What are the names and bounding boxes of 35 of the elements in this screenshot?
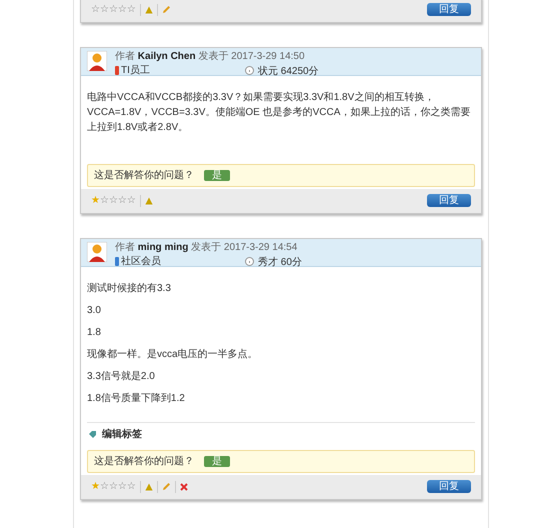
- post-paragraph: 1.8信号质量下降到1.2: [87, 392, 186, 406]
- rank-icon: [245, 66, 254, 75]
- star-rating[interactable]: ★☆☆☆☆: [91, 196, 136, 206]
- post-paragraph: 1.8: [87, 326, 102, 340]
- rank-label: 秀才 60分: [258, 256, 302, 269]
- reply-button[interactable]: 回复: [427, 480, 471, 493]
- tag-icon: [89, 431, 96, 438]
- star-rating[interactable]: ☆☆☆☆☆: [91, 4, 136, 14]
- yes-button[interactable]: 是: [204, 456, 230, 467]
- post-paragraph: 3.3信号就是2.0: [87, 370, 156, 384]
- pencil-icon[interactable]: [162, 5, 171, 14]
- rank-label: 状元 64250分: [258, 64, 319, 78]
- rank-icon: [245, 257, 254, 266]
- pencil-icon[interactable]: [162, 482, 171, 491]
- report-icon[interactable]: [144, 6, 153, 14]
- post-paragraph: 电路中VCCA和VCCB都接的3.3V？如果需要实现3.3V和1.8V之间的相互转换，VCCA=1.8V，VCCB=3.3V。使能端OE 也是参考的VCCA，如果上拉的话，你之类需要上拉到1.8V或者2.8V。: [87, 90, 472, 135]
- post-paragraph: 现像都一样。是vcca电压的一半多点。: [87, 348, 259, 362]
- edit-tags-link[interactable]: 编辑标签: [102, 427, 142, 442]
- avatar-icon: [87, 242, 107, 263]
- post-paragraph: 3.0: [87, 304, 102, 318]
- post-byline: 作者 Kailyn Chen 发表于 2017-3-29 14:50: [115, 51, 306, 63]
- yes-button[interactable]: 是: [204, 170, 230, 181]
- post-byline: 作者 ming ming 发表于 2017-3-29 14:54: [115, 242, 298, 254]
- post-paragraph: 测试时候接的有3.3: [87, 282, 172, 296]
- role-label: 社区会员: [121, 256, 161, 268]
- reply-button[interactable]: 回复: [427, 194, 471, 207]
- delete-icon[interactable]: [180, 482, 188, 490]
- star-rating[interactable]: ★☆☆☆☆: [91, 482, 136, 492]
- answer-question: 这是否解答你的问题？: [94, 454, 194, 469]
- report-icon[interactable]: [144, 196, 153, 204]
- avatar-icon: [87, 51, 107, 72]
- report-icon[interactable]: [144, 482, 153, 490]
- reply-button[interactable]: 回复: [427, 3, 471, 16]
- answer-question: 这是否解答你的问题？: [94, 168, 194, 183]
- role-label: TI员工: [121, 64, 150, 76]
